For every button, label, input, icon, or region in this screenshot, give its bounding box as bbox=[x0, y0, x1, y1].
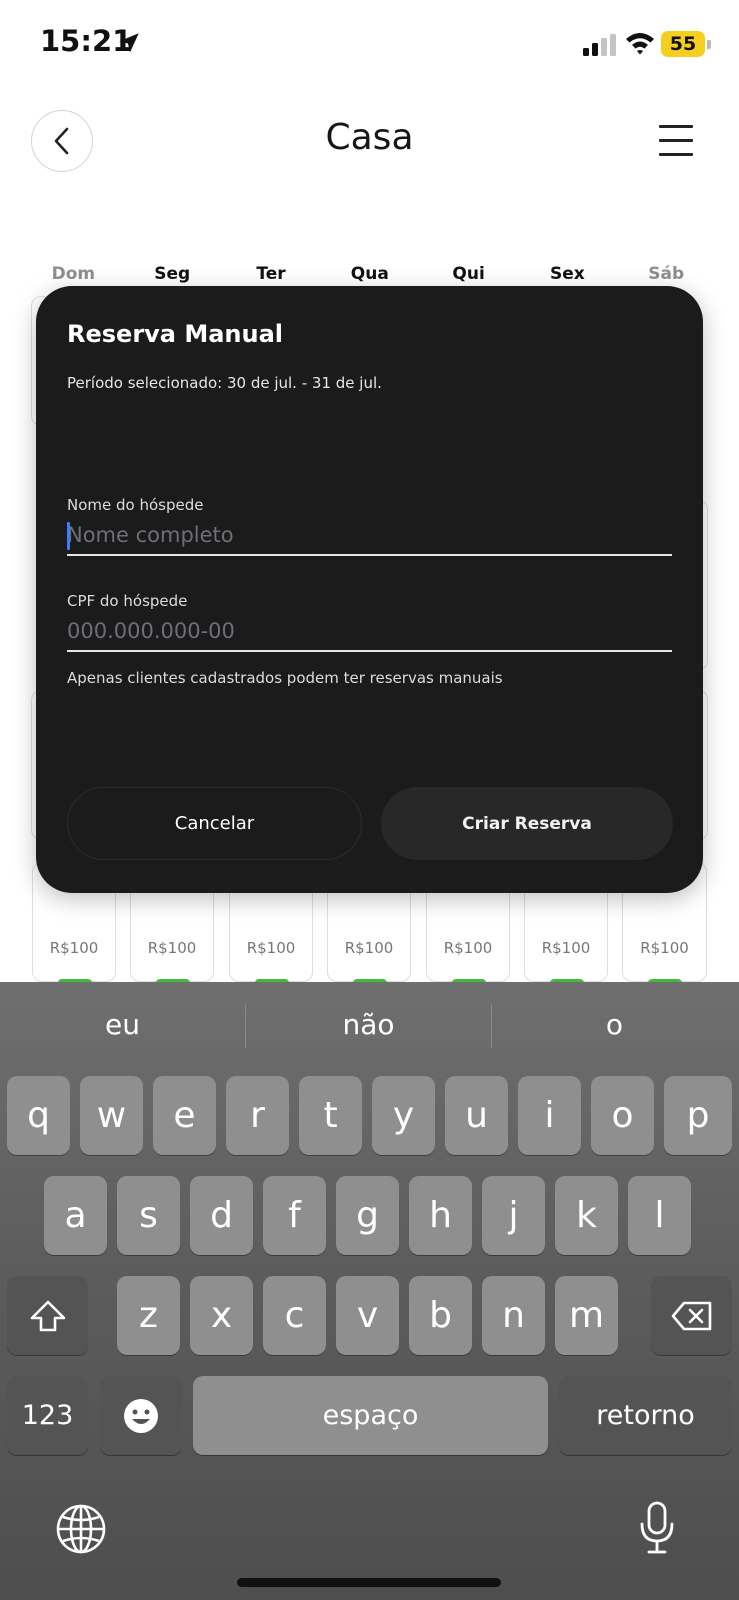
key-p[interactable]: p bbox=[664, 1076, 732, 1155]
page-title: Casa bbox=[325, 117, 414, 158]
wifi-icon bbox=[626, 33, 654, 55]
weekday-label: Seg bbox=[154, 264, 191, 284]
key-j[interactable]: j bbox=[482, 1176, 545, 1255]
weekday-label: Ter bbox=[256, 264, 286, 284]
key-h[interactable]: h bbox=[409, 1176, 472, 1255]
key-q[interactable]: q bbox=[7, 1076, 70, 1155]
delete-key[interactable] bbox=[651, 1276, 732, 1355]
shift-key[interactable] bbox=[7, 1276, 88, 1355]
key-o[interactable]: o bbox=[591, 1076, 654, 1155]
shift-arrow-icon bbox=[30, 1300, 65, 1331]
menu-line-icon bbox=[659, 153, 693, 156]
key-e[interactable]: e bbox=[153, 1076, 216, 1155]
weekday-label: Sáb bbox=[648, 264, 685, 284]
key-z[interactable]: z bbox=[117, 1276, 180, 1355]
microphone-icon[interactable] bbox=[638, 1500, 676, 1556]
key-b[interactable]: b bbox=[409, 1276, 472, 1355]
weekday-label: Qui bbox=[452, 264, 485, 284]
suggestion-item[interactable]: eu bbox=[0, 1008, 245, 1041]
day-price: R$100 bbox=[246, 939, 296, 957]
suggestion-item[interactable]: não bbox=[246, 1008, 491, 1041]
day-price: R$100 bbox=[443, 939, 493, 957]
key-f[interactable]: f bbox=[263, 1176, 326, 1255]
key-t[interactable]: t bbox=[299, 1076, 362, 1155]
emoji-key[interactable] bbox=[100, 1376, 182, 1455]
manual-reservation-modal: Reserva Manual Período selecionado: 30 d… bbox=[36, 286, 703, 893]
key-a[interactable]: a bbox=[44, 1176, 107, 1255]
day-price: R$100 bbox=[541, 939, 591, 957]
text-cursor bbox=[67, 522, 70, 550]
guest-cpf-input[interactable] bbox=[67, 612, 672, 652]
key-i[interactable]: i bbox=[518, 1076, 581, 1155]
key-r[interactable]: r bbox=[226, 1076, 289, 1155]
weekday-label: Sex bbox=[550, 264, 585, 284]
location-arrow-icon bbox=[119, 33, 139, 53]
key-l[interactable]: l bbox=[628, 1176, 691, 1255]
key-y[interactable]: y bbox=[372, 1076, 435, 1155]
registered-clients-hint: Apenas clientes cadastrados podem ter re… bbox=[67, 669, 503, 687]
key-v[interactable]: v bbox=[336, 1276, 399, 1355]
space-key[interactable]: espaço bbox=[193, 1376, 548, 1455]
key-d[interactable]: d bbox=[190, 1176, 253, 1255]
guest-name-label: Nome do hóspede bbox=[67, 496, 204, 514]
status-bar: 15:21 55 bbox=[0, 0, 739, 90]
suggestion-item[interactable]: o bbox=[492, 1008, 737, 1041]
selected-period: Período selecionado: 30 de jul. - 31 de … bbox=[67, 374, 382, 392]
day-price: R$100 bbox=[640, 939, 689, 957]
battery-level: 55 bbox=[661, 31, 705, 57]
key-k[interactable]: k bbox=[555, 1176, 618, 1255]
weekday-header: Dom Seg Ter Qua Qui Sex Sáb bbox=[24, 264, 716, 288]
globe-icon[interactable] bbox=[54, 1502, 108, 1556]
return-key[interactable]: retorno bbox=[559, 1376, 732, 1455]
weekday-label: Qua bbox=[350, 264, 389, 284]
key-x[interactable]: x bbox=[190, 1276, 253, 1355]
key-g[interactable]: g bbox=[336, 1176, 399, 1255]
key-u[interactable]: u bbox=[445, 1076, 508, 1155]
home-indicator bbox=[237, 1578, 501, 1587]
suggestion-bar: eu não o bbox=[0, 982, 739, 1074]
cellular-signal-icon bbox=[583, 34, 616, 56]
guest-cpf-label: CPF do hóspede bbox=[67, 592, 188, 610]
key-c[interactable]: c bbox=[263, 1276, 326, 1355]
menu-line-icon bbox=[659, 139, 693, 142]
day-price: R$100 bbox=[49, 939, 99, 957]
battery-nub bbox=[707, 40, 711, 49]
day-price: R$100 bbox=[147, 939, 197, 957]
menu-line-icon bbox=[659, 125, 693, 128]
key-s[interactable]: s bbox=[117, 1176, 180, 1255]
backspace-icon bbox=[671, 1301, 711, 1330]
battery-indicator: 55 bbox=[661, 31, 711, 57]
guest-name-input[interactable] bbox=[67, 516, 672, 556]
modal-title: Reserva Manual bbox=[67, 320, 284, 348]
key-n[interactable]: n bbox=[482, 1276, 545, 1355]
cancel-button[interactable]: Cancelar bbox=[67, 787, 362, 860]
key-m[interactable]: m bbox=[555, 1276, 618, 1355]
weekday-label: Dom bbox=[51, 264, 96, 284]
key-w[interactable]: w bbox=[80, 1076, 143, 1155]
day-price: R$100 bbox=[344, 939, 394, 957]
numbers-key[interactable]: 123 bbox=[7, 1376, 88, 1455]
menu-button[interactable] bbox=[659, 125, 693, 157]
emoji-icon bbox=[124, 1398, 158, 1433]
create-reservation-button[interactable]: Criar Reserva bbox=[381, 787, 673, 860]
